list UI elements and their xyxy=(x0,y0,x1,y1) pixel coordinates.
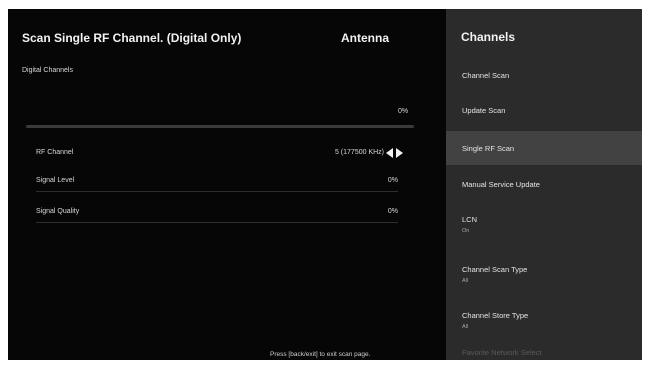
signal-source-label: Antenna xyxy=(341,31,389,45)
rf-channel-label: RF Channel xyxy=(36,149,74,156)
menu-item-update-scan[interactable]: Update Scan xyxy=(446,96,642,124)
signal-level-label: Signal Level xyxy=(36,177,75,184)
menu-item-label: Update Scan xyxy=(462,106,506,115)
menu-item-label: Channel Store Type xyxy=(462,311,529,320)
divider xyxy=(36,191,398,192)
signal-quality-value: 0% xyxy=(387,208,398,215)
menu-item-value: All xyxy=(462,324,469,330)
section-label: Digital Channels xyxy=(22,67,73,74)
channels-side-panel: Channels Channel Scan Update Scan Single… xyxy=(446,9,642,360)
panel-title: Channels xyxy=(461,30,516,44)
signal-level-row: Signal Level 0% xyxy=(36,177,398,195)
page-title: Scan Single RF Channel. (Digital Only) xyxy=(22,31,242,45)
menu-item-lcn[interactable]: LCN On xyxy=(446,204,642,244)
menu-item-single-rf-scan[interactable]: Single RF Scan xyxy=(446,131,642,165)
rf-channel-value: 5 (177500 KHz) xyxy=(334,149,384,156)
arrow-left-icon[interactable] xyxy=(386,148,393,158)
menu-item-manual-service-update[interactable]: Manual Service Update xyxy=(446,170,642,198)
scan-progress-bar xyxy=(26,125,414,128)
exit-hint: Press [back/exit] to exit scan page. xyxy=(270,351,371,358)
signal-quality-row: Signal Quality 0% xyxy=(36,208,398,226)
signal-quality-label: Signal Quality xyxy=(36,208,80,215)
scan-page: Scan Single RF Channel. (Digital Only) A… xyxy=(8,9,446,360)
menu-item-label: LCN xyxy=(462,215,478,224)
menu-item-value: On xyxy=(462,228,470,234)
tv-screen: Scan Single RF Channel. (Digital Only) A… xyxy=(8,9,642,360)
menu-item-label: Manual Service Update xyxy=(462,180,540,189)
signal-level-value: 0% xyxy=(387,177,398,184)
menu-item-channel-scan-type[interactable]: Channel Scan Type All xyxy=(446,254,642,294)
rf-channel-selector[interactable]: RF Channel 5 (177500 KHz) xyxy=(36,147,414,167)
divider xyxy=(36,222,398,223)
menu-item-favorite-network-select[interactable]: Favorite Network Select xyxy=(446,343,642,360)
menu-item-label: Single RF Scan xyxy=(462,144,515,153)
menu-item-label: Favorite Network Select xyxy=(462,348,542,357)
arrow-right-icon[interactable] xyxy=(396,148,403,158)
menu-item-value: All xyxy=(462,278,469,284)
scan-progress-percent: 0% xyxy=(398,108,409,115)
menu-item-label: Channel Scan Type xyxy=(462,265,528,274)
menu-item-channel-scan[interactable]: Channel Scan xyxy=(446,61,642,89)
menu-item-label: Channel Scan xyxy=(462,71,510,80)
rf-channel-arrows[interactable] xyxy=(386,147,406,158)
menu-item-channel-store-type[interactable]: Channel Store Type All xyxy=(446,300,642,340)
